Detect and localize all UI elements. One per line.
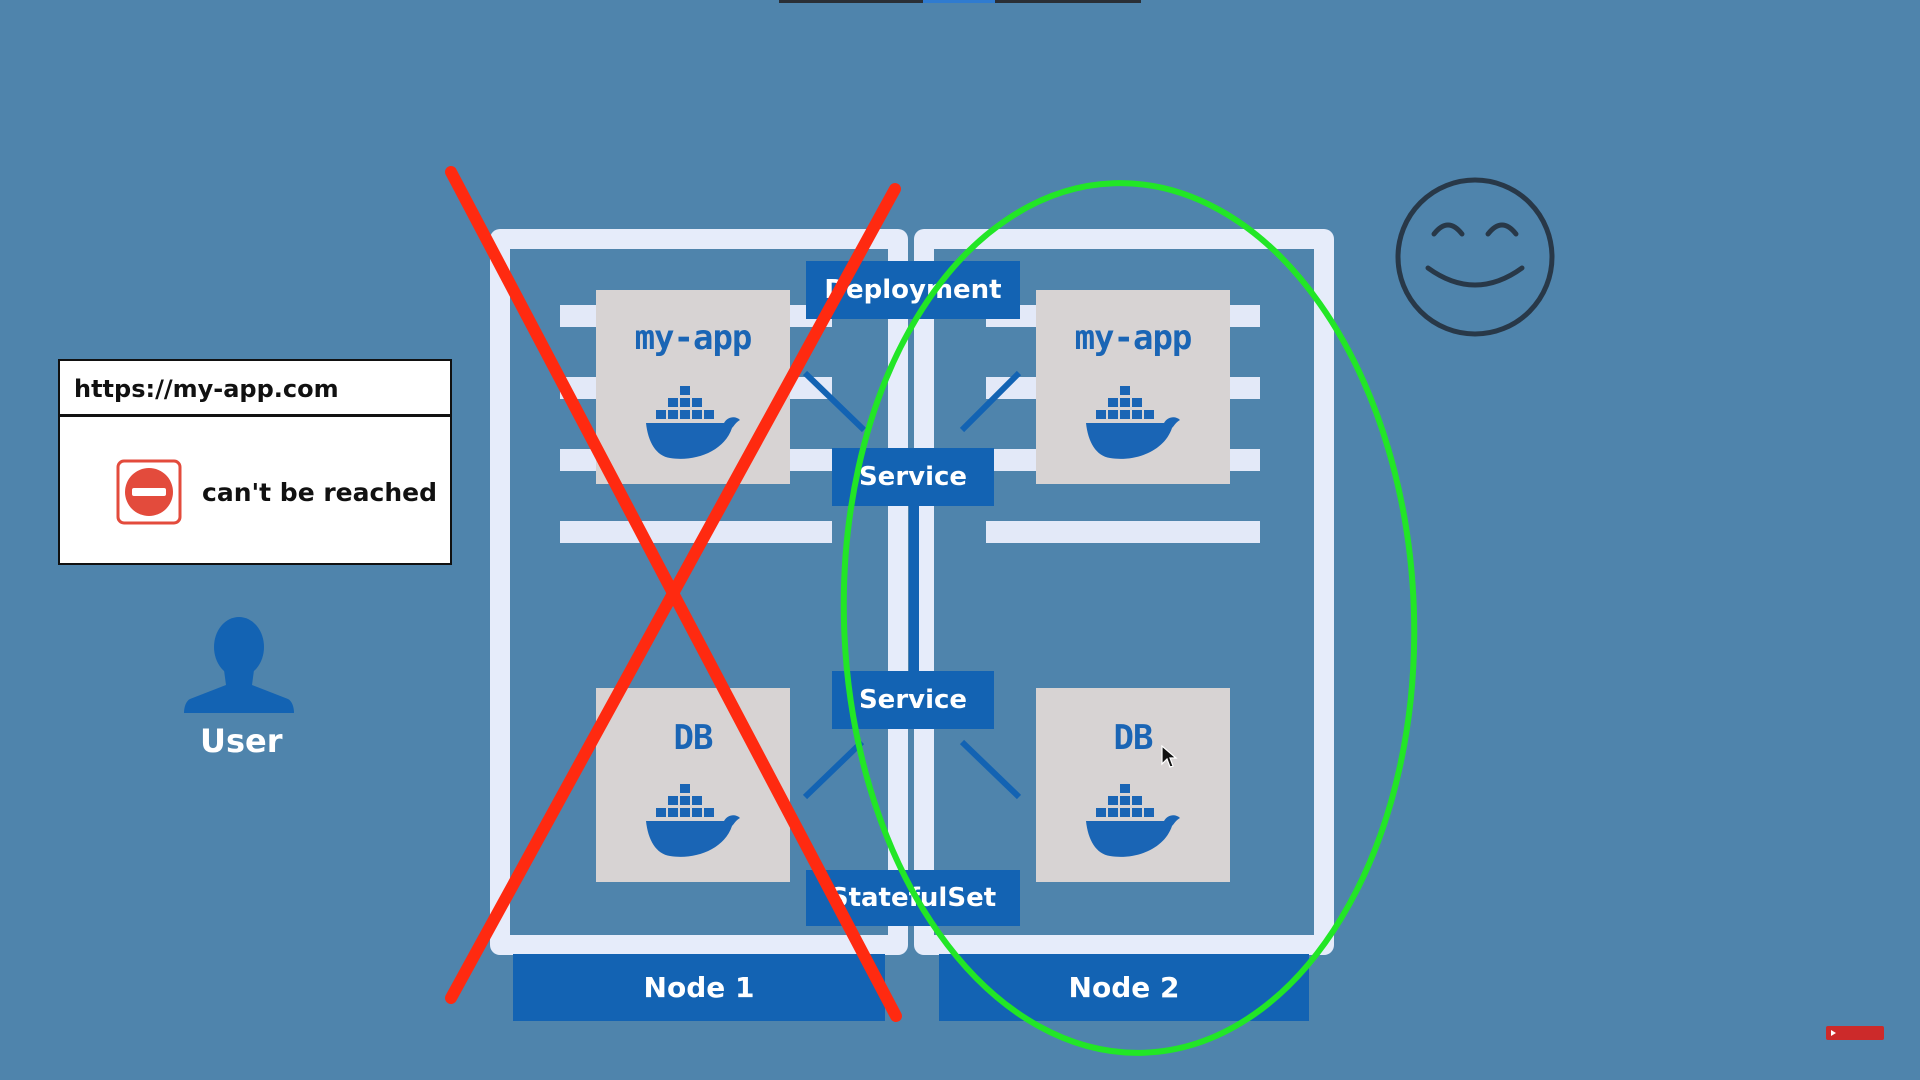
mouse-cursor-icon <box>1161 744 1178 768</box>
subscribe-badge[interactable] <box>1826 1026 1884 1040</box>
red-x-mark <box>445 166 902 1022</box>
